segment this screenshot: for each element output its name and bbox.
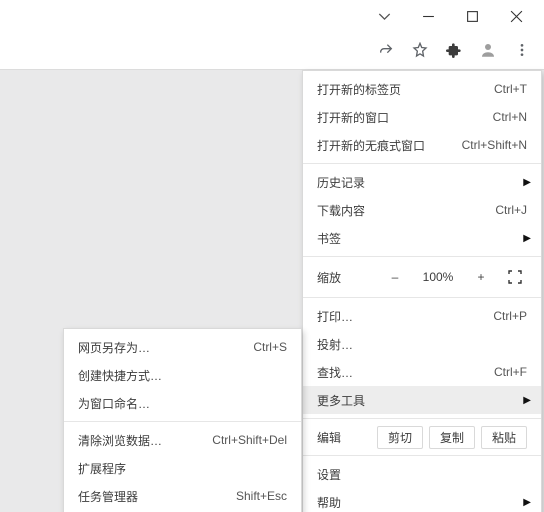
menu-item-label: 书签 bbox=[317, 230, 527, 247]
menu-item[interactable]: 任务管理器 Shift+Esc bbox=[64, 482, 301, 510]
paste-button[interactable]: 粘贴 bbox=[481, 426, 527, 449]
fullscreen-icon[interactable] bbox=[503, 265, 527, 289]
menu-item[interactable]: 打开新的标签页 Ctrl+T bbox=[303, 75, 541, 103]
menu-item[interactable]: 书签▶ bbox=[303, 224, 541, 252]
menu-item[interactable]: 投射… bbox=[303, 330, 541, 358]
submenu-arrow-icon: ▶ bbox=[523, 497, 531, 508]
edit-row: 编辑 剪切复制粘贴 bbox=[303, 423, 541, 451]
menu-item-label: 打开新的无痕式窗口 bbox=[317, 137, 452, 154]
menu-item-label: 创建快捷方式… bbox=[78, 367, 287, 384]
menu-item-shortcut: Ctrl+F bbox=[494, 365, 527, 379]
cut-button[interactable]: 剪切 bbox=[377, 426, 423, 449]
menu-item[interactable]: 清除浏览数据… Ctrl+Shift+Del bbox=[64, 426, 301, 454]
submenu-arrow-icon: ▶ bbox=[523, 233, 531, 244]
profile-icon[interactable] bbox=[472, 34, 504, 66]
menu-divider bbox=[303, 256, 541, 257]
submenu-arrow-icon: ▶ bbox=[523, 177, 531, 188]
tab-dropdown-button[interactable] bbox=[362, 0, 406, 32]
main-menu: 打开新的标签页 Ctrl+T 打开新的窗口 Ctrl+N 打开新的无痕式窗口 Ctrl+S… bbox=[302, 70, 542, 512]
menu-divider bbox=[303, 163, 541, 164]
menu-item-label: 下载内容 bbox=[317, 202, 485, 219]
share-icon[interactable] bbox=[370, 34, 402, 66]
menu-item-shortcut: Ctrl+T bbox=[494, 82, 527, 96]
menu-divider bbox=[303, 455, 541, 456]
menu-divider bbox=[303, 418, 541, 419]
menu-item-label: 打开新的窗口 bbox=[317, 109, 483, 126]
menu-item-label: 扩展程序 bbox=[78, 460, 287, 477]
menu-item[interactable]: 下载内容 Ctrl+J bbox=[303, 196, 541, 224]
zoom-out-button[interactable]: – bbox=[383, 265, 407, 289]
menu-item[interactable]: 帮助▶ bbox=[303, 488, 541, 512]
menu-divider bbox=[64, 421, 301, 422]
menu-item-label: 投射… bbox=[317, 336, 527, 353]
menu-item[interactable]: 网页另存为… Ctrl+S bbox=[64, 333, 301, 361]
menu-item-shortcut: Ctrl+P bbox=[493, 309, 527, 323]
menu-item-shortcut: Ctrl+Shift+Del bbox=[212, 433, 287, 447]
menu-item[interactable]: 打印… Ctrl+P bbox=[303, 302, 541, 330]
window-close-button[interactable] bbox=[494, 0, 538, 32]
menu-item-label: 打印… bbox=[317, 308, 483, 325]
menu-item-shortcut: Ctrl+Shift+N bbox=[462, 138, 527, 152]
star-icon[interactable] bbox=[404, 34, 436, 66]
menu-item-label: 设置 bbox=[317, 466, 527, 483]
menu-item-label: 打开新的标签页 bbox=[317, 81, 484, 98]
menu-item-shortcut: Shift+Esc bbox=[236, 489, 287, 503]
content-area: 打开新的标签页 Ctrl+T 打开新的窗口 Ctrl+N 打开新的无痕式窗口 Ctrl+S… bbox=[0, 69, 544, 512]
more-tools-submenu: 网页另存为… Ctrl+S 创建快捷方式… 为窗口命名… 清除浏览数据… Ctrl+Shi… bbox=[63, 328, 302, 512]
menu-item[interactable]: 打开新的窗口 Ctrl+N bbox=[303, 103, 541, 131]
menu-item-label: 历史记录 bbox=[317, 174, 527, 191]
menu-item[interactable]: 扩展程序 bbox=[64, 454, 301, 482]
menu-item[interactable]: 打开新的无痕式窗口 Ctrl+Shift+N bbox=[303, 131, 541, 159]
window-maximize-button[interactable] bbox=[450, 0, 494, 32]
copy-button[interactable]: 复制 bbox=[429, 426, 475, 449]
more-icon[interactable] bbox=[506, 34, 538, 66]
menu-item[interactable]: 查找… Ctrl+F bbox=[303, 358, 541, 386]
menu-item[interactable]: 历史记录▶ bbox=[303, 168, 541, 196]
window-minimize-button[interactable] bbox=[406, 0, 450, 32]
zoom-row: 缩放 –100% + bbox=[303, 261, 541, 293]
menu-item-label: 为窗口命名… bbox=[78, 395, 287, 412]
menu-item-shortcut: Ctrl+N bbox=[493, 110, 527, 124]
zoom-in-button[interactable]: + bbox=[469, 265, 493, 289]
menu-item-label: 查找… bbox=[317, 364, 484, 381]
menu-item[interactable]: 设置 bbox=[303, 460, 541, 488]
zoom-value: 100% bbox=[417, 270, 459, 284]
menu-item-label: 清除浏览数据… bbox=[78, 432, 202, 449]
menu-item-label: 帮助 bbox=[317, 494, 527, 511]
menu-item-shortcut: Ctrl+J bbox=[495, 203, 527, 217]
menu-item-label: 网页另存为… bbox=[78, 339, 243, 356]
menu-item-label: 任务管理器 bbox=[78, 488, 226, 505]
submenu-arrow-icon: ▶ bbox=[523, 395, 531, 406]
puzzle-icon[interactable] bbox=[438, 34, 470, 66]
menu-divider bbox=[303, 297, 541, 298]
menu-item[interactable]: 更多工具▶ bbox=[303, 386, 541, 414]
menu-item[interactable]: 为窗口命名… bbox=[64, 389, 301, 417]
window-titlebar bbox=[0, 0, 544, 32]
menu-item-shortcut: Ctrl+S bbox=[253, 340, 287, 354]
zoom-label: 缩放 bbox=[317, 269, 341, 286]
menu-item[interactable]: 创建快捷方式… bbox=[64, 361, 301, 389]
menu-item-label: 更多工具 bbox=[317, 392, 527, 409]
browser-toolbar bbox=[0, 32, 544, 69]
edit-label: 编辑 bbox=[317, 429, 341, 446]
